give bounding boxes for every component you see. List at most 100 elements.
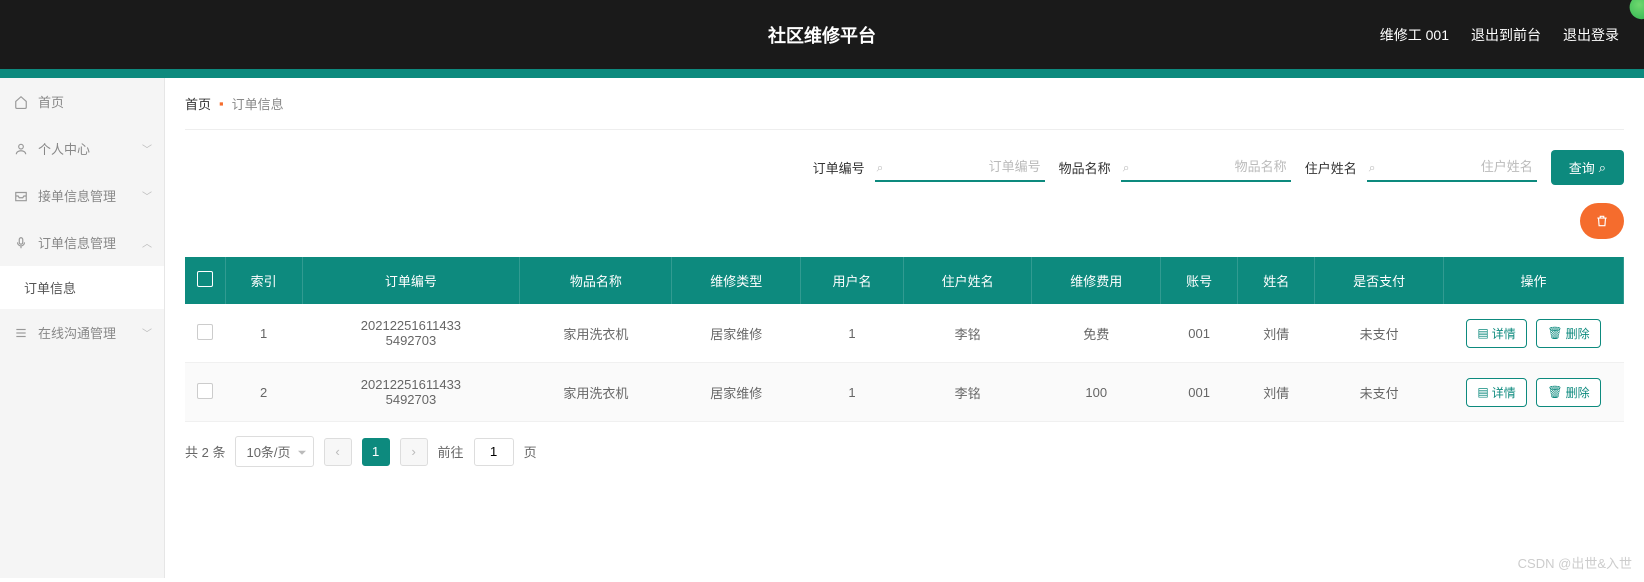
page-1-button[interactable]: 1	[362, 438, 390, 466]
page-suffix: 页	[524, 442, 537, 461]
sidebar-item-order[interactable]: 订单信息管理 ︿	[0, 219, 164, 266]
exit-to-front-link[interactable]: 退出到前台	[1471, 25, 1541, 45]
search-icon: ⌕	[1599, 160, 1606, 176]
trash-icon	[1595, 214, 1609, 228]
sidebar-item-label: 订单信息管理	[38, 233, 116, 252]
cell-order-no: 202122516114335492703	[302, 304, 520, 363]
col-type: 维修类型	[672, 257, 801, 304]
sidebar-item-label: 在线沟通管理	[38, 323, 116, 342]
cell-username: 1	[801, 304, 904, 363]
cell-name: 刘倩	[1238, 363, 1315, 422]
goto-page-input[interactable]	[474, 438, 514, 466]
breadcrumb-current: 订单信息	[232, 94, 284, 113]
watermark: CSDN @出世&入世	[1518, 553, 1632, 572]
order-no-input[interactable]	[875, 153, 1045, 182]
cell-paid: 未支付	[1315, 363, 1444, 422]
cell-account: 001	[1161, 363, 1238, 422]
col-paid: 是否支付	[1315, 257, 1444, 304]
mic-icon	[14, 236, 30, 250]
col-account: 账号	[1161, 257, 1238, 304]
accent-bar	[0, 69, 1644, 78]
cell-name: 刘倩	[1238, 304, 1315, 363]
doc-icon: ▤	[1477, 385, 1488, 399]
resident-name-input[interactable]	[1367, 153, 1537, 182]
filter-resident: 住户姓名 ⌕	[1305, 153, 1537, 182]
cell-account: 001	[1161, 304, 1238, 363]
cell-actions: ▤详情 🗑删除	[1444, 304, 1624, 363]
filter-label: 物品名称	[1059, 158, 1111, 177]
doc-icon: ▤	[1477, 326, 1488, 340]
prev-page-button[interactable]: ‹	[324, 438, 352, 466]
cell-item: 家用洗衣机	[520, 304, 672, 363]
sidebar-subitem-label: 订单信息	[24, 281, 76, 296]
total-count: 共 2 条	[185, 442, 225, 461]
goto-label: 前往	[438, 442, 464, 461]
query-button-label: 查询	[1569, 158, 1595, 177]
filter-order-no: 订单编号 ⌕	[813, 153, 1045, 182]
col-index: 索引	[225, 257, 302, 304]
col-username: 用户名	[801, 257, 904, 304]
col-fee: 维修费用	[1032, 257, 1161, 304]
home-icon	[14, 95, 30, 109]
sidebar-item-personal[interactable]: 个人中心 ﹀	[0, 125, 164, 172]
sidebar-item-communication[interactable]: 在线沟通管理 ﹀	[0, 309, 164, 356]
item-name-input[interactable]	[1121, 153, 1291, 182]
bulk-delete-button[interactable]	[1580, 203, 1624, 239]
cell-actions: ▤详情 🗑删除	[1444, 363, 1624, 422]
order-table: 索引 订单编号 物品名称 维修类型 用户名 住户姓名 维修费用 账号 姓名 是否…	[185, 257, 1624, 422]
cell-index: 1	[225, 304, 302, 363]
col-resident: 住户姓名	[903, 257, 1032, 304]
pagination: 共 2 条 10条/页 ‹ 1 › 前往 页	[185, 422, 1624, 481]
sidebar-item-receive[interactable]: 接单信息管理 ﹀	[0, 172, 164, 219]
cell-index: 2	[225, 363, 302, 422]
table-row: 2 202122516114335492703 家用洗衣机 居家维修 1 李铭 …	[185, 363, 1624, 422]
chevron-down-icon: ﹀	[142, 325, 152, 340]
sidebar-subitem-order-info[interactable]: 订单信息	[0, 266, 164, 309]
col-order-no: 订单编号	[302, 257, 520, 304]
query-button[interactable]: 查询 ⌕	[1551, 150, 1624, 185]
cell-resident: 李铭	[903, 363, 1032, 422]
delete-button[interactable]: 🗑删除	[1536, 319, 1600, 348]
cell-username: 1	[801, 363, 904, 422]
table-header-row: 索引 订单编号 物品名称 维修类型 用户名 住户姓名 维修费用 账号 姓名 是否…	[185, 257, 1624, 304]
cell-fee: 100	[1032, 363, 1161, 422]
top-header: 社区维修平台 维修工 001 退出到前台 退出登录	[0, 0, 1644, 69]
sidebar-item-label: 首页	[38, 92, 64, 111]
chevron-down-icon: ﹀	[142, 141, 152, 156]
cell-fee: 免费	[1032, 304, 1161, 363]
current-user[interactable]: 维修工 001	[1380, 25, 1449, 45]
logout-link[interactable]: 退出登录	[1563, 25, 1619, 45]
col-item: 物品名称	[520, 257, 672, 304]
select-all-checkbox[interactable]	[197, 271, 213, 287]
user-icon	[14, 142, 30, 156]
detail-button[interactable]: ▤详情	[1466, 319, 1526, 348]
cell-order-no: 202122516114335492703	[302, 363, 520, 422]
filter-label: 住户姓名	[1305, 158, 1357, 177]
breadcrumb: 首页 ▪ 订单信息	[185, 78, 1624, 130]
action-bar	[185, 195, 1624, 257]
cell-type: 居家维修	[672, 304, 801, 363]
breadcrumb-home[interactable]: 首页	[185, 94, 211, 113]
col-name: 姓名	[1238, 257, 1315, 304]
delete-button[interactable]: 🗑删除	[1536, 378, 1600, 407]
trash-icon: 🗑	[1547, 326, 1562, 340]
cell-item: 家用洗衣机	[520, 363, 672, 422]
row-checkbox[interactable]	[197, 324, 213, 340]
inbox-icon	[14, 189, 30, 203]
sidebar: 首页 个人中心 ﹀ 接单信息管理 ﹀ 订单信息管理 ︿ 订单信息 在线沟通管理 …	[0, 78, 165, 578]
trash-icon: 🗑	[1547, 385, 1562, 399]
header-right: 维修工 001 退出到前台 退出登录	[1380, 25, 1619, 45]
sidebar-item-home[interactable]: 首页	[0, 78, 164, 125]
filter-bar: 订单编号 ⌕ 物品名称 ⌕ 住户姓名 ⌕	[185, 130, 1624, 195]
detail-button[interactable]: ▤详情	[1466, 378, 1526, 407]
main-content: 首页 ▪ 订单信息 订单编号 ⌕ 物品名称 ⌕ 住户姓名	[165, 78, 1644, 578]
cell-type: 居家维修	[672, 363, 801, 422]
chevron-down-icon: ﹀	[142, 188, 152, 203]
cell-resident: 李铭	[903, 304, 1032, 363]
next-page-button[interactable]: ›	[400, 438, 428, 466]
chevron-up-icon: ︿	[142, 235, 152, 250]
filter-item-name: 物品名称 ⌕	[1059, 153, 1291, 182]
page-size-select[interactable]: 10条/页	[235, 436, 313, 467]
col-actions: 操作	[1444, 257, 1624, 304]
row-checkbox[interactable]	[197, 383, 213, 399]
